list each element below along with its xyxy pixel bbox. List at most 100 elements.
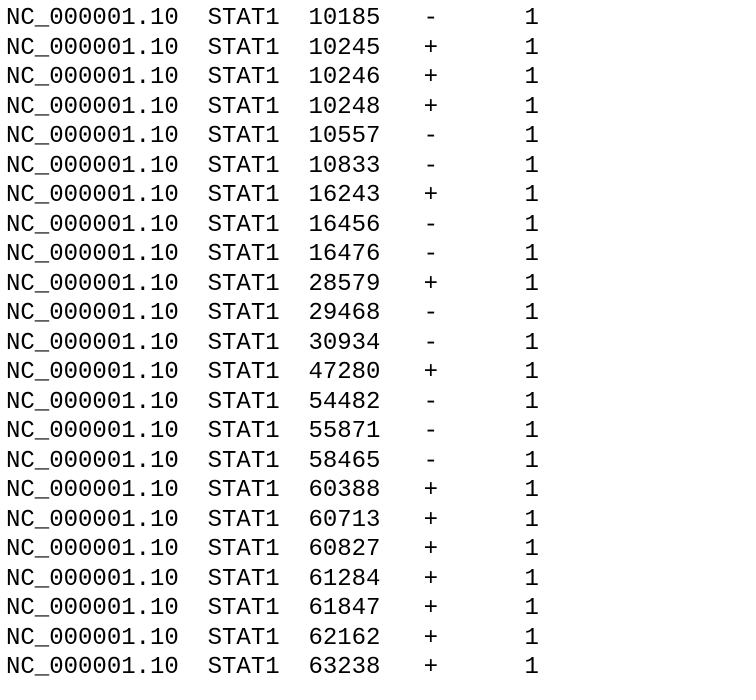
- name-cell: STAT1: [208, 358, 309, 388]
- name-cell: STAT1: [208, 447, 309, 477]
- pos-cell: 55871: [308, 417, 423, 447]
- strand-cell: -: [424, 152, 525, 182]
- pos-cell: 60713: [308, 506, 423, 536]
- table-row: NC_000001.10STAT160827+1: [6, 535, 750, 565]
- table-row: NC_000001.10STAT158465-1: [6, 447, 750, 477]
- pos-cell: 10557: [308, 122, 423, 152]
- pos-cell: 60388: [308, 476, 423, 506]
- strand-cell: -: [424, 211, 525, 241]
- strand-cell: +: [424, 358, 525, 388]
- name-cell: STAT1: [208, 211, 309, 241]
- name-cell: STAT1: [208, 4, 309, 34]
- val-cell: 1: [524, 653, 538, 683]
- table-row: NC_000001.10STAT160713+1: [6, 506, 750, 536]
- table-row: NC_000001.10STAT155871-1: [6, 417, 750, 447]
- pos-cell: 28579: [308, 270, 423, 300]
- data-table: NC_000001.10STAT110185-1NC_000001.10STAT…: [0, 0, 756, 687]
- chrom-cell: NC_000001.10: [6, 476, 208, 506]
- name-cell: STAT1: [208, 624, 309, 654]
- val-cell: 1: [524, 594, 538, 624]
- chrom-cell: NC_000001.10: [6, 299, 208, 329]
- pos-cell: 16476: [308, 240, 423, 270]
- strand-cell: +: [424, 565, 525, 595]
- chrom-cell: NC_000001.10: [6, 535, 208, 565]
- chrom-cell: NC_000001.10: [6, 34, 208, 64]
- chrom-cell: NC_000001.10: [6, 122, 208, 152]
- pos-cell: 16243: [308, 181, 423, 211]
- table-row: NC_000001.10STAT110246+1: [6, 63, 750, 93]
- strand-cell: +: [424, 181, 525, 211]
- pos-cell: 10245: [308, 34, 423, 64]
- chrom-cell: NC_000001.10: [6, 270, 208, 300]
- val-cell: 1: [524, 240, 538, 270]
- table-row: NC_000001.10STAT161847+1: [6, 594, 750, 624]
- strand-cell: +: [424, 270, 525, 300]
- chrom-cell: NC_000001.10: [6, 594, 208, 624]
- name-cell: STAT1: [208, 535, 309, 565]
- val-cell: 1: [524, 358, 538, 388]
- chrom-cell: NC_000001.10: [6, 329, 208, 359]
- strand-cell: -: [424, 299, 525, 329]
- name-cell: STAT1: [208, 565, 309, 595]
- strand-cell: -: [424, 329, 525, 359]
- chrom-cell: NC_000001.10: [6, 447, 208, 477]
- chrom-cell: NC_000001.10: [6, 240, 208, 270]
- table-row: NC_000001.10STAT154482-1: [6, 388, 750, 418]
- chrom-cell: NC_000001.10: [6, 388, 208, 418]
- pos-cell: 63238: [308, 653, 423, 683]
- chrom-cell: NC_000001.10: [6, 152, 208, 182]
- chrom-cell: NC_000001.10: [6, 653, 208, 683]
- table-row: NC_000001.10STAT110185-1: [6, 4, 750, 34]
- table-row: NC_000001.10STAT160388+1: [6, 476, 750, 506]
- pos-cell: 29468: [308, 299, 423, 329]
- strand-cell: -: [424, 240, 525, 270]
- pos-cell: 60827: [308, 535, 423, 565]
- pos-cell: 62162: [308, 624, 423, 654]
- table-row: NC_000001.10STAT163238+1: [6, 653, 750, 683]
- chrom-cell: NC_000001.10: [6, 93, 208, 123]
- val-cell: 1: [524, 476, 538, 506]
- table-row: NC_000001.10STAT128579+1: [6, 270, 750, 300]
- name-cell: STAT1: [208, 653, 309, 683]
- val-cell: 1: [524, 181, 538, 211]
- strand-cell: +: [424, 93, 525, 123]
- pos-cell: 30934: [308, 329, 423, 359]
- strand-cell: +: [424, 624, 525, 654]
- val-cell: 1: [524, 329, 538, 359]
- chrom-cell: NC_000001.10: [6, 181, 208, 211]
- pos-cell: 47280: [308, 358, 423, 388]
- val-cell: 1: [524, 63, 538, 93]
- strand-cell: +: [424, 506, 525, 536]
- table-row: NC_000001.10STAT147280+1: [6, 358, 750, 388]
- table-row: NC_000001.10STAT110557-1: [6, 122, 750, 152]
- pos-cell: 16456: [308, 211, 423, 241]
- table-row: NC_000001.10STAT116456-1: [6, 211, 750, 241]
- name-cell: STAT1: [208, 181, 309, 211]
- val-cell: 1: [524, 211, 538, 241]
- strand-cell: -: [424, 388, 525, 418]
- name-cell: STAT1: [208, 388, 309, 418]
- table-row: NC_000001.10STAT161284+1: [6, 565, 750, 595]
- table-row: NC_000001.10STAT129468-1: [6, 299, 750, 329]
- name-cell: STAT1: [208, 594, 309, 624]
- strand-cell: -: [424, 417, 525, 447]
- val-cell: 1: [524, 506, 538, 536]
- val-cell: 1: [524, 565, 538, 595]
- val-cell: 1: [524, 122, 538, 152]
- name-cell: STAT1: [208, 152, 309, 182]
- name-cell: STAT1: [208, 93, 309, 123]
- pos-cell: 10248: [308, 93, 423, 123]
- name-cell: STAT1: [208, 417, 309, 447]
- name-cell: STAT1: [208, 506, 309, 536]
- table-row: NC_000001.10STAT110248+1: [6, 93, 750, 123]
- pos-cell: 10833: [308, 152, 423, 182]
- val-cell: 1: [524, 447, 538, 477]
- table-row: NC_000001.10STAT162162+1: [6, 624, 750, 654]
- name-cell: STAT1: [208, 270, 309, 300]
- strand-cell: +: [424, 63, 525, 93]
- name-cell: STAT1: [208, 329, 309, 359]
- table-row: NC_000001.10STAT130934-1: [6, 329, 750, 359]
- val-cell: 1: [524, 270, 538, 300]
- pos-cell: 10185: [308, 4, 423, 34]
- name-cell: STAT1: [208, 63, 309, 93]
